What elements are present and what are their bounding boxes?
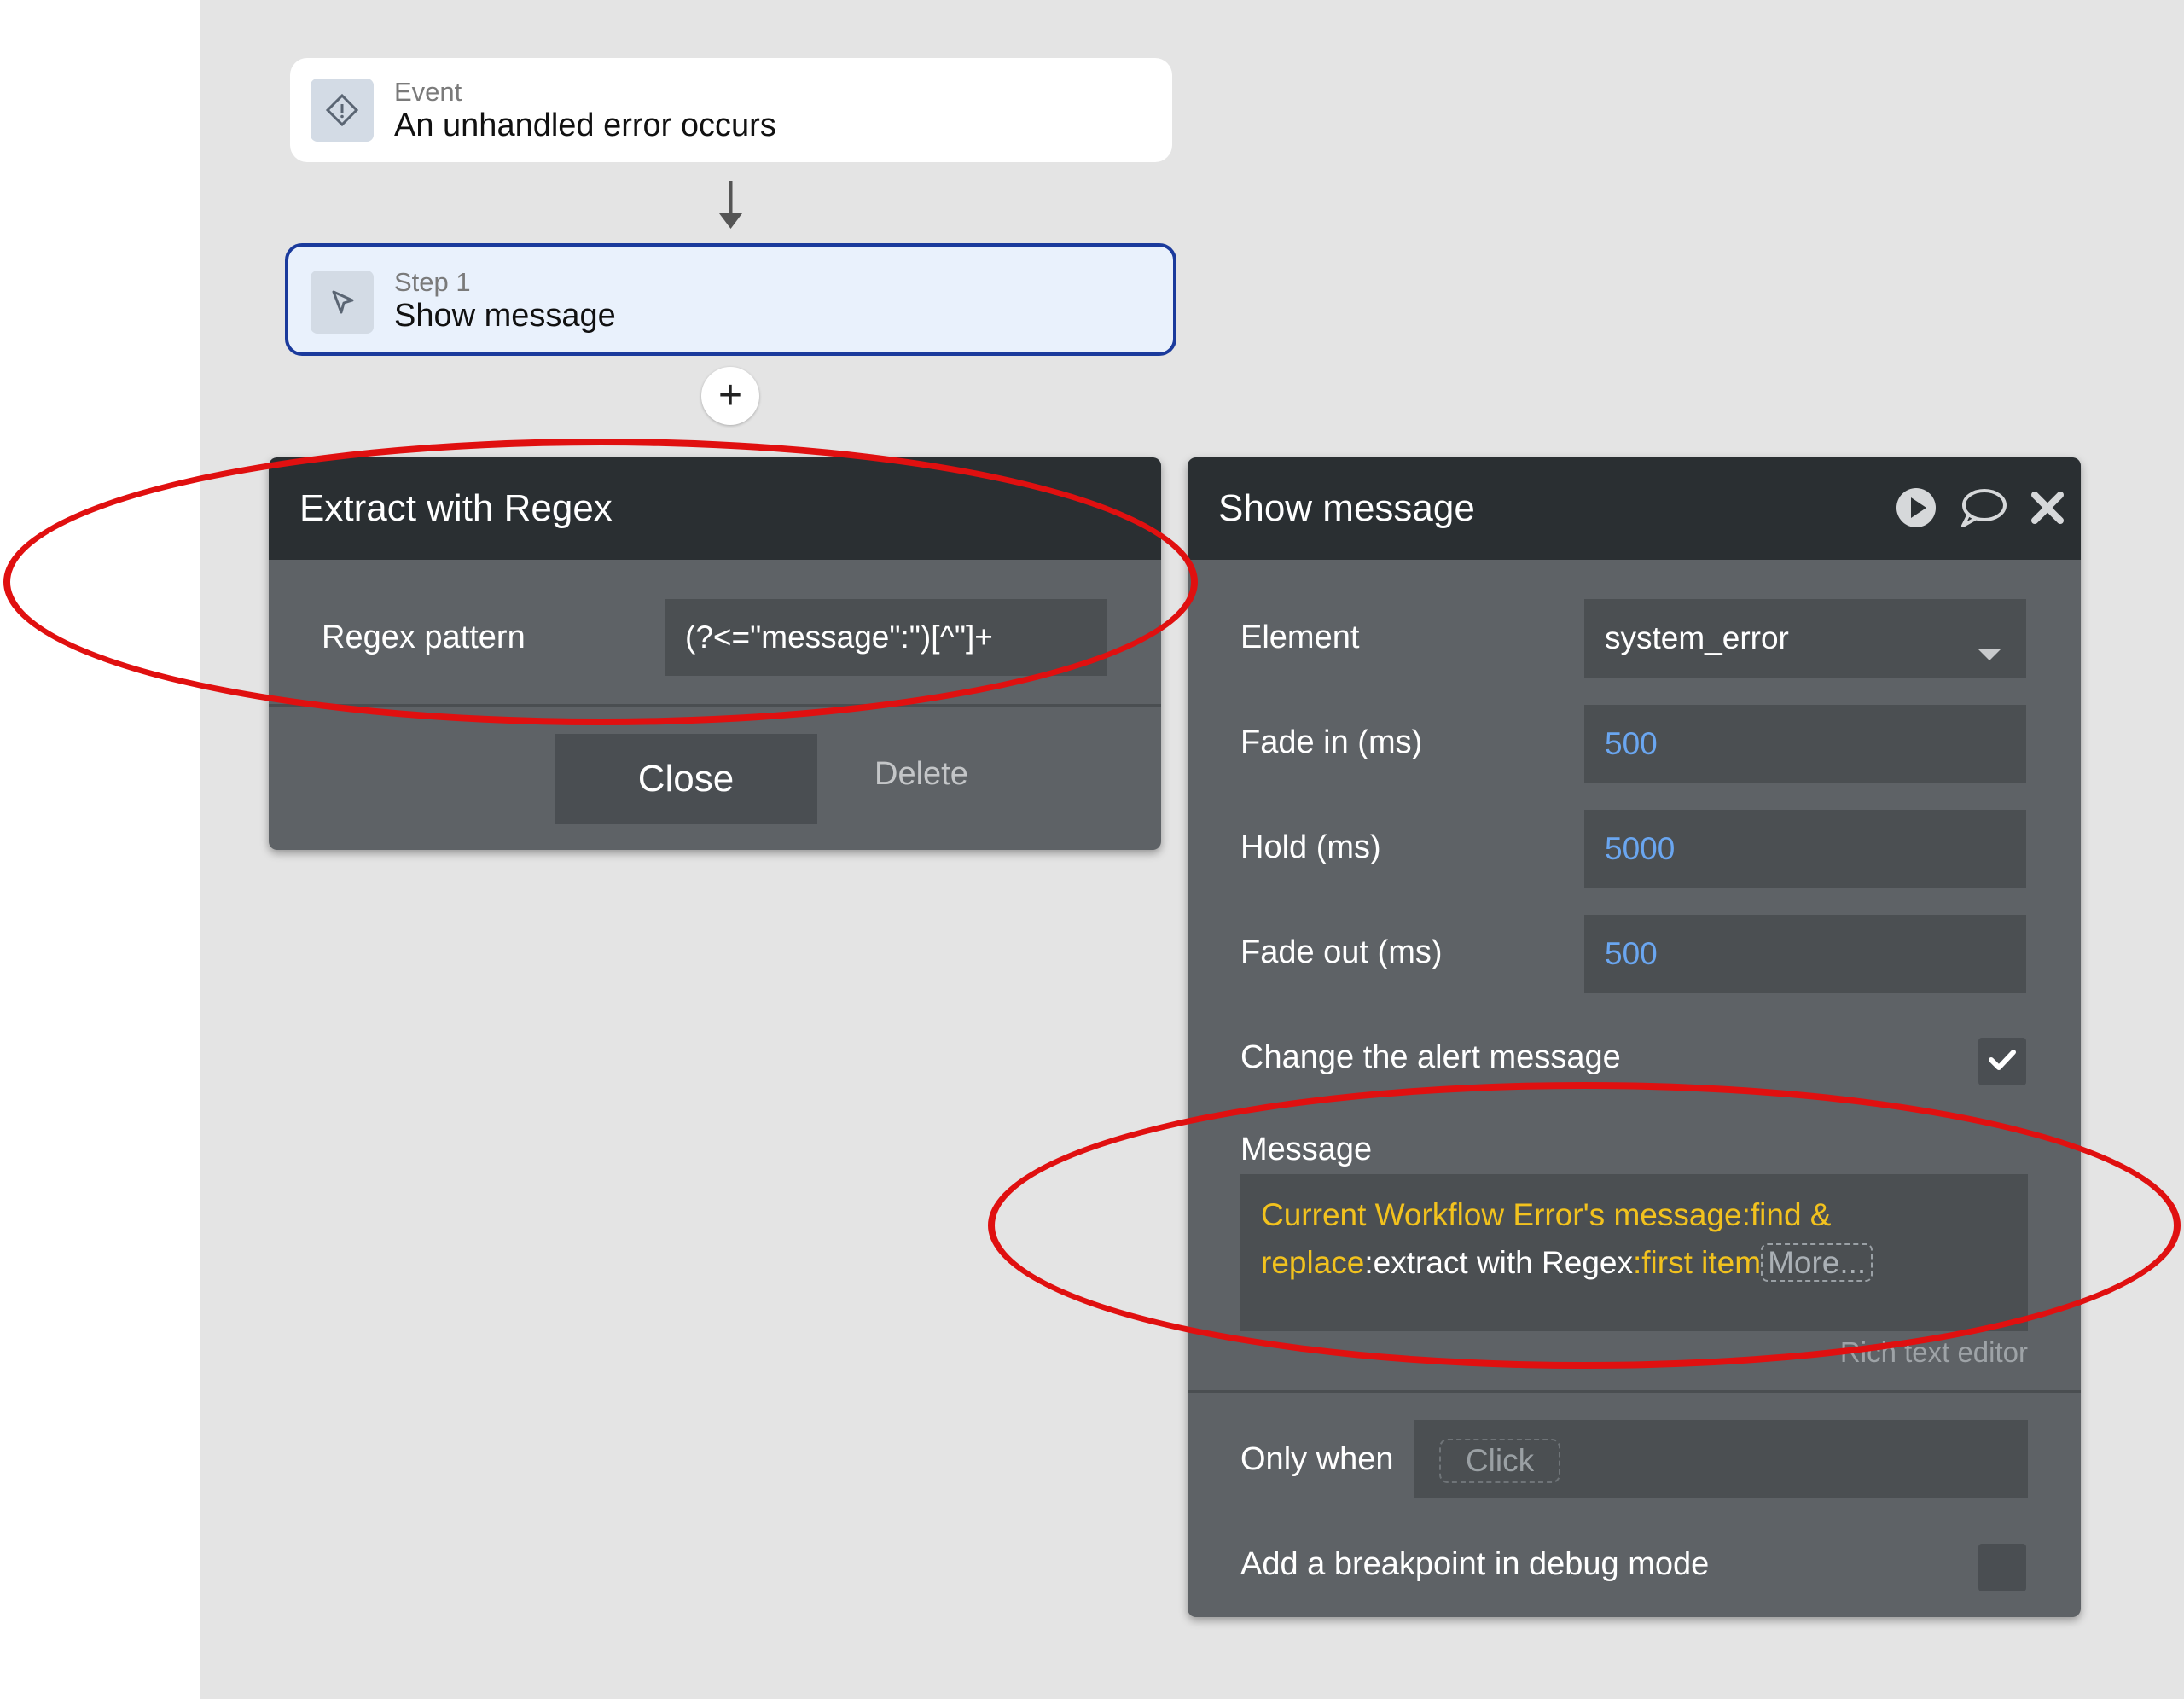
divider xyxy=(269,704,1161,707)
extract-regex-panel: Extract with Regex Regex pattern (?<="me… xyxy=(269,457,1161,850)
step-card[interactable]: Step 1 Show message xyxy=(285,243,1176,356)
element-dropdown[interactable]: system_error xyxy=(1584,599,2026,678)
step-label: Step 1 xyxy=(394,267,471,297)
cursor-arrow-icon xyxy=(311,271,374,334)
panel-title: Show message xyxy=(1188,457,2081,560)
comment-icon[interactable] xyxy=(1960,486,2007,538)
diamond-alert-icon xyxy=(311,79,374,142)
panel-header-icons xyxy=(1895,486,2065,538)
expression-part[interactable]: :first item xyxy=(1633,1245,1761,1280)
rich-text-editor-link[interactable]: Rich text editor xyxy=(1840,1336,2028,1369)
expression-part[interactable]: replace xyxy=(1261,1245,1364,1280)
breakpoint-checkbox[interactable] xyxy=(1978,1544,2026,1591)
event-title: An unhandled error occurs xyxy=(394,108,776,143)
down-arrow-icon xyxy=(719,181,742,235)
hold-input[interactable]: 5000 xyxy=(1584,810,2026,888)
regex-pattern-input[interactable]: (?<="message":")[^"]+ xyxy=(665,599,1107,676)
breakpoint-label: Add a breakpoint in debug mode xyxy=(1240,1546,1710,1582)
more-button[interactable]: More... xyxy=(1761,1243,1873,1282)
only-when-input[interactable]: Click xyxy=(1414,1420,2028,1498)
fade-out-label: Fade out (ms) xyxy=(1240,934,1443,970)
fade-in-input[interactable]: 500 xyxy=(1584,705,2026,783)
fade-in-label: Fade in (ms) xyxy=(1240,724,1423,760)
regex-pattern-label: Regex pattern xyxy=(322,620,526,655)
panel-title: Extract with Regex xyxy=(269,457,1161,560)
event-label: Event xyxy=(394,77,462,107)
delete-button[interactable]: Delete xyxy=(874,756,968,793)
event-card[interactable]: Event An unhandled error occurs xyxy=(290,58,1172,162)
element-value: system_error xyxy=(1605,620,1789,655)
fade-out-input[interactable]: 500 xyxy=(1584,915,2026,993)
change-alert-checkbox[interactable] xyxy=(1978,1038,2026,1085)
element-label: Element xyxy=(1240,620,1360,655)
message-expression-editor[interactable]: Current Workflow Error's message:find & … xyxy=(1240,1174,2028,1331)
divider xyxy=(1188,1390,2081,1393)
panel-title-text: Show message xyxy=(1218,487,1475,529)
checkmark-icon xyxy=(1988,1048,2017,1076)
hold-label: Hold (ms) xyxy=(1240,829,1381,865)
expression-part[interactable]: :extract with Regex xyxy=(1364,1245,1633,1280)
add-step-button[interactable]: + xyxy=(701,367,759,425)
close-icon[interactable] xyxy=(2030,490,2065,535)
dropdown-caret-icon xyxy=(1978,633,2001,669)
change-alert-label: Change the alert message xyxy=(1240,1039,1621,1075)
click-placeholder[interactable]: Click xyxy=(1439,1439,1560,1483)
message-label: Message xyxy=(1240,1132,1373,1167)
show-message-panel: Show message Element system_error Fade i… xyxy=(1188,457,2081,1617)
only-when-label: Only when xyxy=(1240,1441,1394,1477)
expression-part[interactable]: Current Workflow Error's message:find & xyxy=(1261,1197,1831,1232)
step-title: Show message xyxy=(394,298,616,334)
close-button[interactable]: Close xyxy=(555,734,817,824)
play-icon[interactable] xyxy=(1895,486,1937,538)
